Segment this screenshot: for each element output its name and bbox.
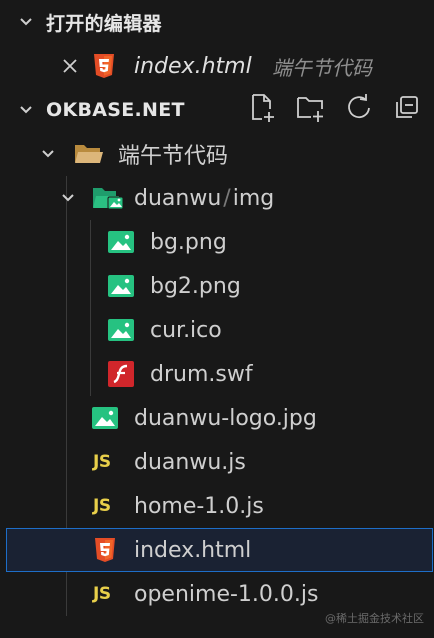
new-file-icon[interactable]: [248, 92, 278, 124]
open-editor-folder: 端午节代码: [272, 55, 372, 80]
tree-file-bg-png[interactable]: bg.png: [0, 220, 434, 264]
tree-file-label: bg.png: [150, 229, 227, 255]
chevron-down-icon: [20, 106, 32, 114]
tree-file-index-html[interactable]: index.html: [6, 528, 433, 572]
chevron-down-icon: [20, 18, 32, 26]
tree-file-home-js[interactable]: JS home-1.0.js: [0, 484, 434, 528]
tree-file-drum-swf[interactable]: drum.swf: [0, 352, 434, 396]
tree-file-label: home-1.0.js: [134, 493, 264, 519]
chevron-down-icon: [62, 194, 74, 202]
tree-file-label: drum.swf: [150, 361, 253, 387]
javascript-icon: JS: [93, 452, 111, 472]
tree-file-cur-ico[interactable]: cur.ico: [0, 308, 434, 352]
image-file-icon: [108, 275, 134, 297]
tree-file-label: index.html: [134, 537, 252, 563]
tree-file-label: duanwu.js: [134, 449, 246, 475]
open-editors-title: 打开的编辑器: [46, 12, 162, 35]
image-file-icon: [108, 231, 134, 253]
folder-name-duanwu: duanwu: [134, 185, 222, 211]
tree-file-label: duanwu-logo.jpg: [134, 405, 317, 431]
tree-file-label: openime-1.0.0.js: [134, 581, 319, 607]
path-separator: /: [223, 185, 231, 211]
explorer-title: OKBASE.NET: [46, 99, 185, 121]
new-folder-icon[interactable]: [296, 92, 326, 124]
refresh-icon[interactable]: [344, 92, 374, 124]
folder-open-icon: [75, 145, 103, 163]
open-editors-header[interactable]: 打开的编辑器: [0, 0, 434, 44]
tree-file-label: bg2.png: [150, 273, 241, 299]
tree-folder-duanwu-img-label: duanwu/img: [134, 186, 274, 211]
image-file-icon: [108, 319, 134, 341]
tree-file-bg2-png[interactable]: bg2.png: [0, 264, 434, 308]
html5-icon: [95, 538, 115, 562]
image-folder-icon: [93, 188, 124, 210]
html5-icon: [94, 54, 114, 78]
collapse-all-icon[interactable]: [392, 92, 422, 124]
javascript-icon: JS: [93, 496, 111, 516]
tree-file-duanwu-logo-jpg[interactable]: duanwu-logo.jpg: [0, 396, 434, 440]
tree-folder-duanwu-img[interactable]: duanwu/img: [0, 176, 434, 220]
flash-file-icon: [108, 361, 134, 387]
watermark: @稀土掘金技术社区: [325, 612, 424, 625]
open-editor-item-index-html[interactable]: index.html 端午节代码: [0, 44, 434, 88]
tree-file-label: cur.ico: [150, 317, 222, 343]
open-editor-filename: index.html: [134, 53, 252, 79]
tree-folder-root-label: 端午节代码: [118, 144, 229, 169]
chevron-down-icon: [42, 150, 54, 158]
tree-folder-root[interactable]: 端午节代码: [0, 132, 434, 176]
javascript-icon: JS: [93, 584, 111, 604]
tree-file-duanwu-js[interactable]: JS duanwu.js: [0, 440, 434, 484]
folder-name-img: img: [232, 185, 275, 211]
close-icon[interactable]: [62, 58, 78, 74]
image-file-icon: [92, 407, 118, 429]
